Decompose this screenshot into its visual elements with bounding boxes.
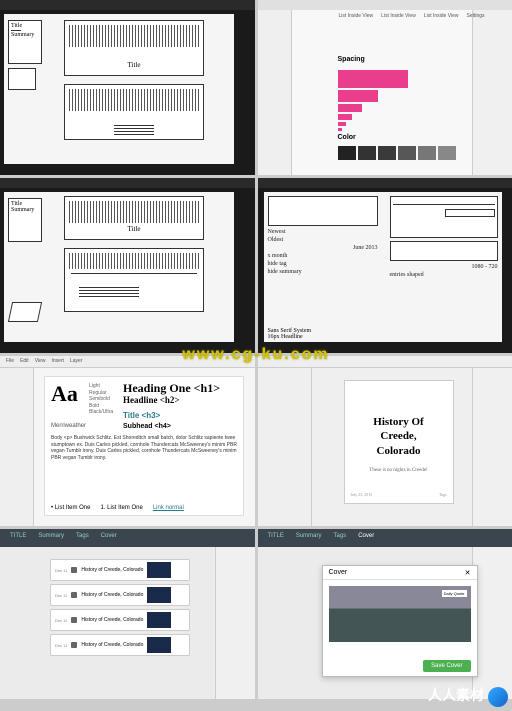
weights-list: LightRegularSemiboldBoldBlack/Ultra: [89, 383, 113, 416]
tag-icon: [71, 592, 77, 598]
bottom-notes: Sans Serif System 16px Headline: [268, 328, 312, 340]
label-summary: Summary: [11, 207, 39, 213]
type-specimen: Aa LightRegularSemiboldBoldBlack/Ultra H…: [44, 376, 244, 516]
titlebar: [0, 0, 255, 10]
doc-title-2: Creede,: [345, 429, 453, 443]
canvas[interactable]: Title Summary Title: [4, 192, 234, 342]
panel-design-system: List Inside ViewList Inside ViewList Ins…: [258, 0, 512, 175]
inspector-panel[interactable]: [215, 547, 255, 699]
close-icon[interactable]: ✕: [465, 569, 471, 576]
save-cover-button[interactable]: Save Cover: [423, 660, 470, 672]
sketch-card-2: [64, 84, 204, 140]
panel-sketch-1: Title Summary Title: [0, 0, 255, 175]
iso-sketch: [8, 302, 42, 322]
sketch-card-2: [64, 248, 204, 312]
tabs[interactable]: List Inside ViewList Inside ViewList Ins…: [338, 12, 486, 20]
doc-title-1: History Of: [345, 415, 453, 429]
panel-sketch-2: Title Summary Title: [0, 178, 255, 353]
h1-sample: Heading One <h1>: [123, 381, 220, 396]
wireframe-right: 1080 - 720 entries shaped: [390, 196, 498, 280]
spacing-scale: [338, 70, 408, 133]
link-sample[interactable]: Link normal: [153, 505, 184, 511]
modal-title: Cover: [329, 569, 348, 576]
tag-icon: [71, 617, 77, 623]
sketch-sidebar: Title Summary: [8, 198, 42, 242]
list-item[interactable]: Dec 11History of Creede, Colorado: [50, 634, 190, 656]
h2-sample: Headline <h2>: [123, 395, 180, 405]
watermark-logo-icon: [488, 687, 508, 707]
modal-header: Cover ✕: [323, 566, 477, 580]
titlebar: [258, 178, 512, 188]
panel-typography: FileEditViewInsertLayer Aa LightRegularS…: [0, 356, 255, 526]
color-heading: Color: [338, 134, 356, 141]
thumbnail: [147, 612, 171, 628]
color-swatches: [338, 146, 456, 160]
specimen-aa: Aa: [51, 381, 78, 407]
thumbnail: [147, 587, 171, 603]
watermark-top: www.cg-ku.com: [182, 346, 329, 364]
list-item[interactable]: Dec 11History of Creede, Colorado: [50, 559, 190, 581]
app-tabs[interactable]: TITLESummaryTagsCover: [0, 529, 255, 547]
wireframe-left: Newest Oldest June 2013 x month hide tag…: [268, 196, 378, 277]
body-sample: Body <p> Bushwick Schlitz. Est Shoreditc…: [51, 435, 237, 461]
layers-panel[interactable]: [258, 368, 312, 526]
list-item[interactable]: Dec 11History of Creede, Colorado: [50, 609, 190, 631]
watermark-bottom: 人人素材: [428, 685, 484, 705]
card-title: Title: [128, 61, 141, 69]
thumbnail: [147, 637, 171, 653]
h4-sample: Subhead <h4>: [123, 423, 171, 430]
panel-entry-list: TITLESummaryTagsCover Dec 11History of C…: [0, 529, 255, 699]
canvas[interactable]: Title Summary Title: [4, 14, 234, 164]
sketch-card-1: Title: [64, 20, 204, 76]
list-samples: • List Item One 1. List Item One Link no…: [51, 505, 184, 511]
tag-icon: [71, 567, 77, 573]
sketch-sidebar: Title Summary: [8, 20, 42, 64]
label-title: Title: [11, 23, 39, 29]
layers-panel[interactable]: [0, 368, 34, 526]
tag-icon: [71, 642, 77, 648]
doc-subtitle: These is no nights in Creede!: [345, 468, 453, 473]
cover-image[interactable]: Daily Quote: [329, 586, 471, 642]
canvas[interactable]: Newest Oldest June 2013 x month hide tag…: [264, 192, 502, 342]
list-item[interactable]: Dec 11History of Creede, Colorado: [50, 584, 190, 606]
inspector-panel[interactable]: [472, 10, 512, 175]
h3-sample: Title <h3>: [123, 411, 160, 420]
app-tabs[interactable]: TITLESummaryTagsCover: [258, 529, 512, 547]
inspector-panel[interactable]: [472, 547, 512, 699]
image-badge: Daily Quote: [442, 590, 467, 597]
document-card[interactable]: History Of Creede, Colorado These is no …: [344, 380, 454, 504]
entries-list: Dec 11History of Creede, Colorado Dec 11…: [50, 559, 190, 659]
panel-history-card: History Of Creede, Colorado These is no …: [258, 356, 512, 526]
sketch-card-1: Title: [64, 196, 204, 240]
panel-cover-modal: TITLESummaryTagsCover Cover ✕ Daily Quot…: [258, 529, 512, 699]
cover-modal: Cover ✕ Daily Quote Save Cover: [322, 565, 478, 677]
titlebar: [0, 178, 255, 188]
layers-panel[interactable]: [258, 10, 292, 175]
panel-wireframe-notes: Newest Oldest June 2013 x month hide tag…: [258, 178, 512, 353]
doc-title-3: Colorado: [345, 444, 453, 458]
inspector-panel[interactable]: [472, 368, 512, 526]
spacing-heading: Spacing: [338, 56, 365, 63]
label-summary: Summary: [11, 32, 39, 38]
titlebar: [258, 0, 512, 10]
thumbnail: [147, 562, 171, 578]
sketch-sidebar-2: [8, 68, 36, 90]
font-name: Merriweather: [51, 423, 86, 429]
